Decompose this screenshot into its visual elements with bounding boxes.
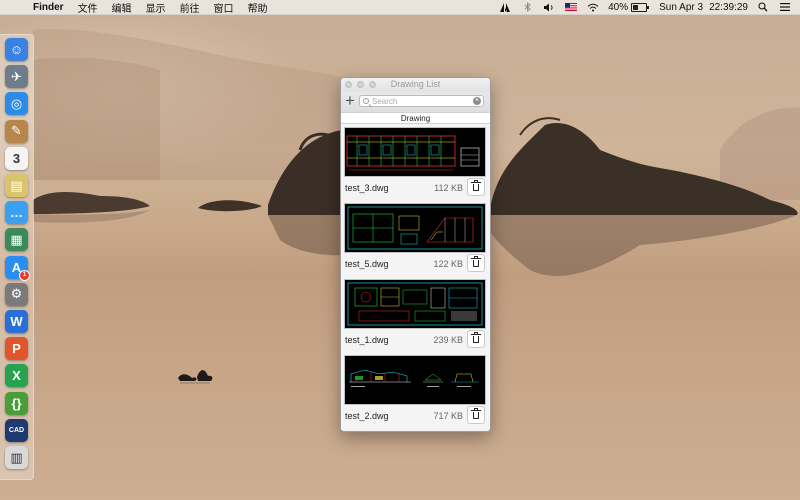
delete-drawing-button[interactable] [467,254,485,272]
dock-cad-viewer-icon[interactable]: CAD [5,418,28,442]
drawing-thumbnail[interactable] [344,355,486,405]
spotlight-search-icon[interactable] [756,2,770,12]
menu-time[interactable]: 22:39:29 [709,2,748,13]
drawing-list-item[interactable]: test_2.dwg 717 KB [341,352,490,428]
dock-safari-icon[interactable]: ◎ [5,92,28,116]
cad-preview-image [347,206,483,250]
volume-icon[interactable] [542,2,556,12]
menu-bar: Finder 文件 编辑 显示 前往 窗口 帮助 40% Sun Apr 3 2… [0,0,800,15]
drawing-file-name: test_1.dwg [345,335,389,345]
drawing-thumbnail[interactable] [344,203,486,253]
drawing-list-item[interactable]: test_3.dwg 112 KB [341,124,490,200]
cad-preview-image [349,369,479,387]
dock-photo-icon[interactable]: ▦ [5,228,28,252]
window-title: Drawing List [390,79,441,89]
menu-bar-status: 40% Sun Apr 3 22:39:29 [490,0,792,14]
wifi-icon[interactable] [586,2,600,12]
dock-word-icon[interactable]: W [5,310,28,333]
drawing-file-size: 717 KB [433,411,463,421]
search-icon [363,98,369,104]
delete-drawing-button[interactable] [467,406,485,424]
notification-list-icon[interactable] [778,2,792,12]
dock-script-editor-icon[interactable]: {} [5,391,28,415]
dock-system-preferences-icon[interactable]: ⚙ [5,282,28,306]
list-column-header[interactable]: Drawing [341,112,490,124]
drawing-file-size: 112 KB [434,183,463,193]
menu-date[interactable]: Sun Apr 3 [659,2,703,13]
dock-app-store-icon[interactable]: A1 [5,255,30,281]
delete-drawing-button[interactable] [467,330,485,348]
search-field[interactable]: × [359,95,484,107]
menu-window[interactable]: 窗口 [214,0,234,15]
menu-app-finder[interactable]: Finder [33,2,64,13]
drawing-list: test_3.dwg 112 KB test_5.dwg 122 KB test… [341,124,490,431]
trash-icon [471,180,481,183]
drawing-thumbnail[interactable] [344,127,486,177]
menu-bar-left: Finder 文件 编辑 显示 前往 窗口 帮助 [0,0,282,15]
dock-launchpad-icon[interactable]: ✈ [5,65,28,89]
drawing-list-item[interactable]: test_1.dwg 239 KB [341,276,490,352]
dock-messages-icon[interactable]: … [5,201,28,225]
drawing-file-name: test_3.dwg [345,183,389,193]
window-toolbar: + × [341,92,490,112]
battery-icon[interactable] [631,2,650,12]
drawing-file-size: 122 KB [433,259,463,269]
dock-excel-icon[interactable]: X [5,364,28,388]
window-titlebar[interactable]: Drawing List [341,78,490,92]
cad-preview-image [346,135,480,171]
menu-file[interactable]: 文件 [78,0,98,15]
cad-preview-image [347,282,483,326]
drawing-thumbnail[interactable] [344,279,486,329]
drawing-file-size: 239 KB [433,335,463,345]
dock-trash-icon[interactable]: ▥ [5,446,28,469]
bluetooth-icon[interactable] [520,2,534,12]
adobe-icon[interactable] [498,2,512,12]
add-drawing-button[interactable]: + [343,92,357,109]
menu-edit[interactable]: 编辑 [112,0,132,15]
dock: ☺ ✈ ◎ ✎ 3 ▤ … ▦ A 1 ⚙ W P X {} CAD ▥ [0,34,34,480]
dock-notes-icon[interactable]: ✎ [5,119,28,143]
dock-finder-icon[interactable]: ☺ [5,38,28,61]
delete-drawing-button[interactable] [467,178,485,196]
menu-view[interactable]: 显示 [146,0,166,15]
battery-percent: 40% [608,1,629,13]
clear-search-icon[interactable]: × [473,97,481,105]
dock-badge: 1 [19,269,30,281]
drawing-list-item[interactable]: test_5.dwg 122 KB [341,200,490,276]
drawing-file-name: test_5.dwg [345,259,389,269]
dock-preview-icon[interactable]: ▤ [5,174,28,197]
menu-help[interactable]: 帮助 [248,0,268,15]
trash-icon [471,256,481,259]
drawing-file-name: test_2.dwg [345,411,389,421]
battery-level [633,4,639,10]
menu-go[interactable]: 前往 [180,0,200,15]
trash-icon [471,408,481,411]
drawing-list-window: Drawing List + × Drawing [340,77,491,432]
search-input[interactable] [372,96,472,106]
flag-icon[interactable] [564,2,578,12]
dock-powerpoint-icon[interactable]: P [5,337,28,361]
trash-icon [471,332,481,335]
dock-calendar-icon[interactable]: 3 [5,146,28,170]
